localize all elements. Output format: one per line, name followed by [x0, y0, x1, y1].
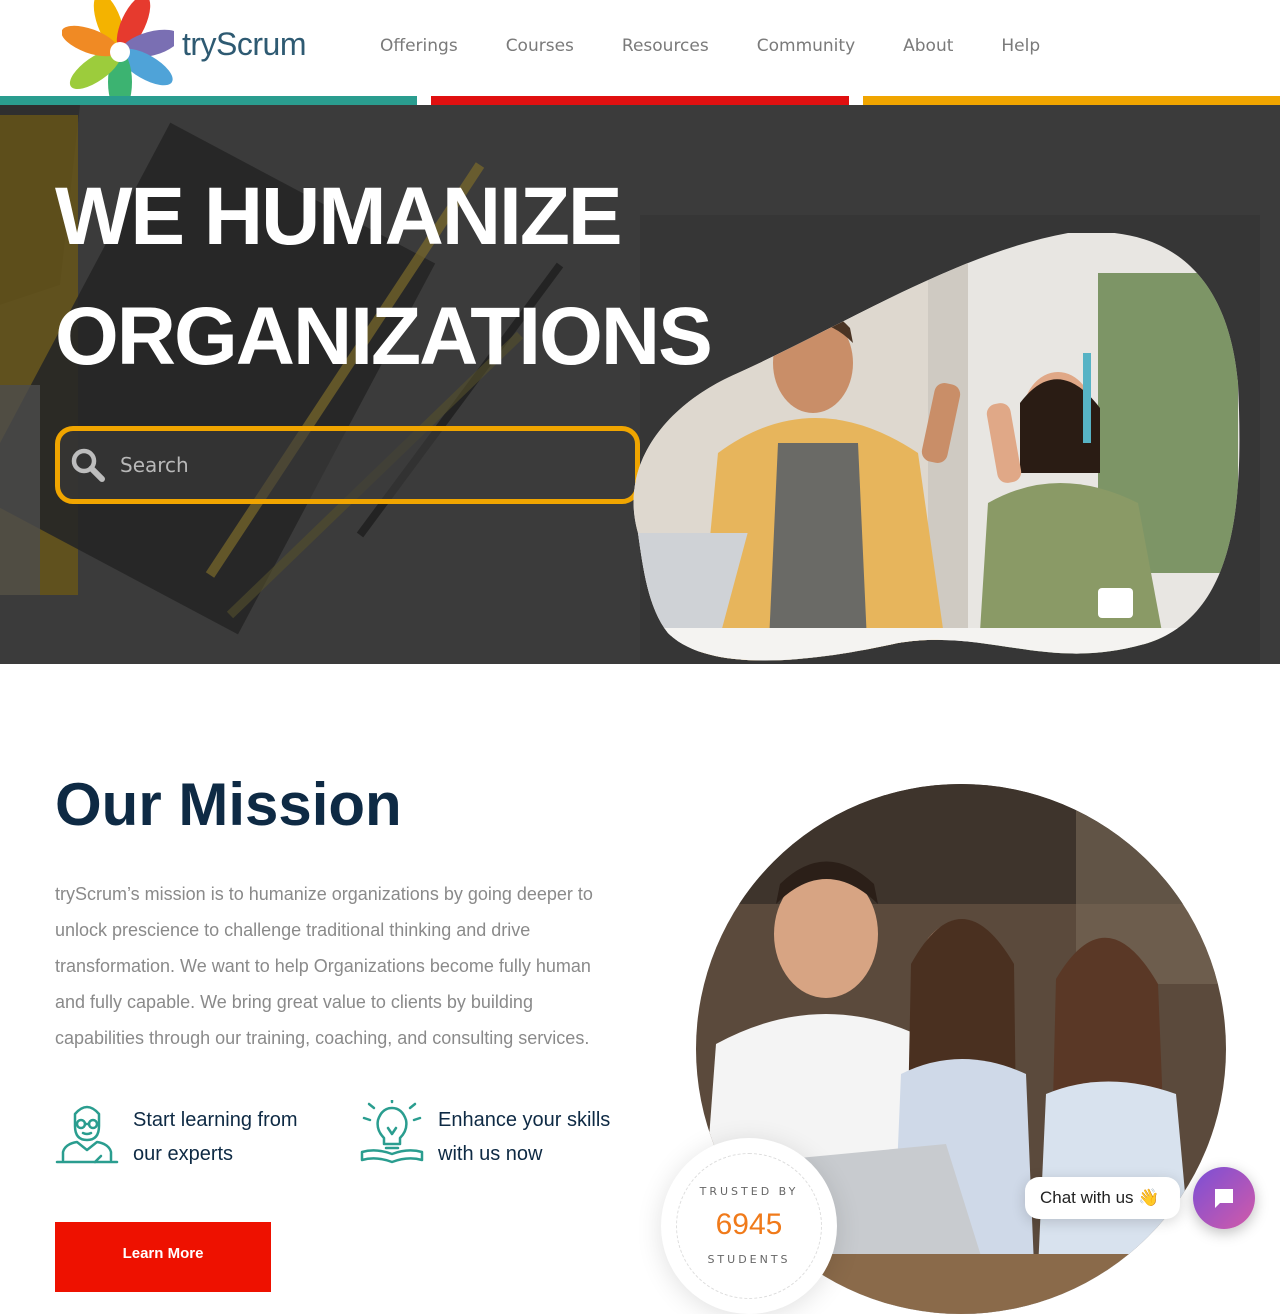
chat-launcher-button[interactable] [1193, 1167, 1255, 1229]
search-input[interactable] [120, 445, 620, 485]
main-nav: Offerings Courses Resources Community Ab… [380, 36, 1088, 56]
mission-text: tryScrum’s mission is to humanize organi… [55, 884, 593, 1048]
chat-prompt-bubble[interactable]: Chat with us 👋 [1025, 1177, 1180, 1219]
logo-hands-icon [62, 0, 174, 96]
hero-photo-team-high-five [633, 233, 1240, 661]
site-header: tryScrum Offerings Courses Resources Com… [0, 0, 1280, 96]
hero-title: WE HUMANIZE ORGANIZATIONS [55, 157, 713, 397]
chat-icon [1215, 1189, 1233, 1208]
lightbulb-book-icon [360, 1100, 424, 1164]
nav-community[interactable]: Community [757, 36, 855, 56]
feature-skills-text: Enhance your skills with us now [438, 1109, 611, 1165]
hero-title-line2: ORGANIZATIONS [55, 291, 713, 382]
mission-title: Our Mission [55, 771, 402, 838]
stripe-teal [0, 96, 417, 105]
hero-section: WE HUMANIZE ORGANIZATIONS [0, 105, 1280, 664]
nav-offerings[interactable]: Offerings [380, 36, 458, 56]
stripe-red [431, 96, 849, 105]
search-icon[interactable] [70, 447, 106, 483]
nav-about[interactable]: About [903, 36, 953, 56]
search-box[interactable] [55, 426, 640, 504]
logo[interactable]: tryScrum [62, 0, 312, 96]
learn-more-button[interactable]: Learn More [55, 1222, 271, 1292]
stripe-orange [863, 96, 1280, 105]
expert-teacher-icon [55, 1105, 119, 1164]
nav-resources[interactable]: Resources [622, 36, 709, 56]
color-stripes [0, 96, 1280, 105]
hero-title-line1: WE HUMANIZE [55, 171, 623, 262]
nav-help[interactable]: Help [1001, 36, 1040, 56]
logo-text: tryScrum [182, 26, 307, 62]
students-count: 6945 [715, 1208, 783, 1241]
trusted-badge: TRUSTED BY 6945 STUDENTS [661, 1138, 837, 1314]
nav-courses[interactable]: Courses [506, 36, 574, 56]
trusted-label-bottom: STUDENTS [707, 1253, 791, 1266]
feature-skills: Enhance your skills with us now [360, 1100, 630, 1170]
trusted-label-top: TRUSTED BY [699, 1185, 799, 1198]
feature-experts-text: Start learning from our experts [133, 1109, 298, 1165]
feature-experts: Start learning from our experts [55, 1100, 325, 1170]
